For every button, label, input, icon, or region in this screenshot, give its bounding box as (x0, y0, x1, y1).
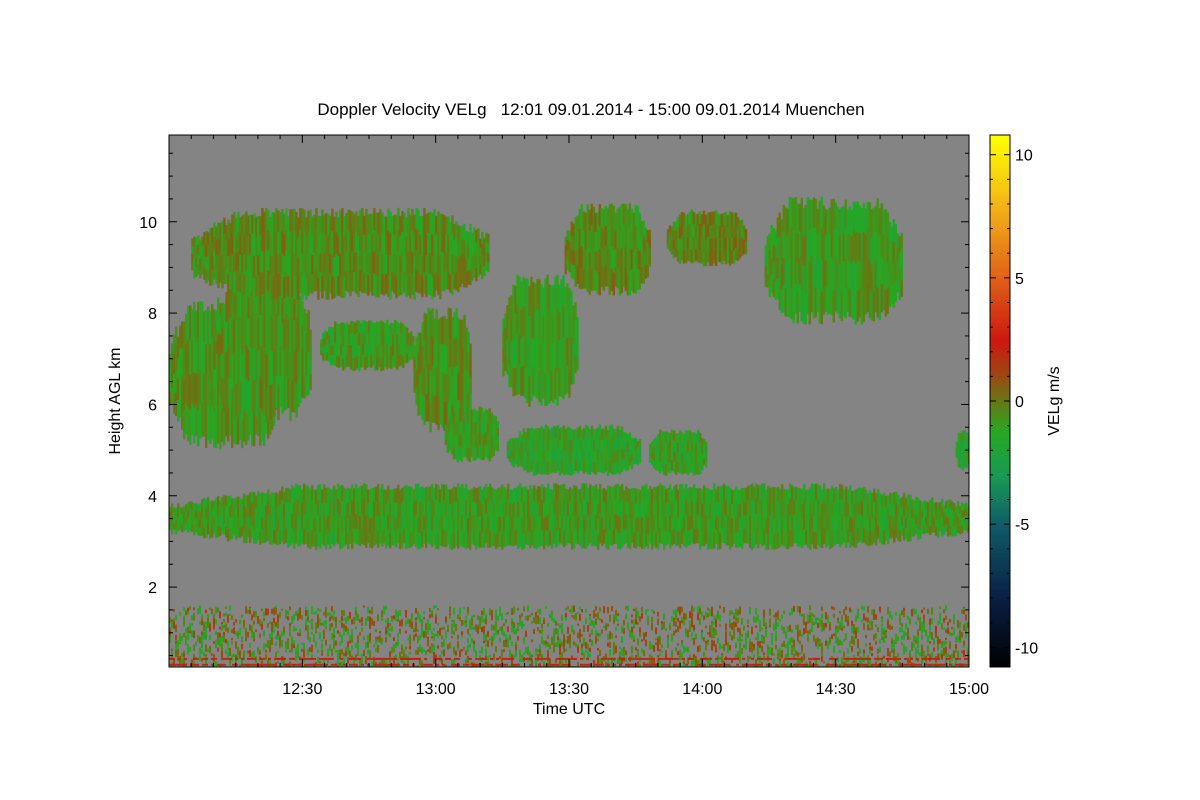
x-tick-label: 14:30 (816, 681, 856, 698)
y-tick-label: 4 (148, 489, 157, 506)
echo-region (191, 207, 490, 301)
echo-region (649, 429, 708, 476)
colorbar-tick-label: -5 (1015, 517, 1029, 534)
x-axis-label: Time UTC (533, 701, 605, 718)
x-tick-label: 13:30 (549, 681, 589, 698)
x-tick-label: 12:30 (282, 681, 322, 698)
colorbar-label: VELg m/s (1046, 366, 1063, 435)
y-tick-label: 10 (139, 215, 157, 232)
x-tick-label: 14:00 (682, 681, 722, 698)
colorbar-tick-label: 0 (1015, 394, 1024, 411)
echo-region (169, 483, 969, 550)
doppler-velocity-figure: Doppler Velocity VELg 12:01 09.01.2014 -… (107, 100, 1063, 718)
echo-region (506, 424, 642, 476)
echo-region (666, 209, 748, 267)
y-tick-label: 8 (148, 306, 157, 323)
y-tick-label: 2 (148, 580, 157, 597)
echo-region (444, 406, 499, 463)
y-axis-label: Height AGL km (107, 347, 124, 454)
x-tick-label: 15:00 (949, 681, 989, 698)
colorbar-tick-label: -10 (1015, 640, 1038, 657)
colorbar-tick-label: 5 (1015, 271, 1024, 288)
chart-title: Doppler Velocity VELg 12:01 09.01.2014 -… (317, 100, 864, 119)
echo-region (502, 274, 579, 407)
y-tick-label: 6 (148, 397, 157, 414)
x-tick-label: 13:00 (416, 681, 456, 698)
colorbar-tick-label: 10 (1015, 148, 1033, 165)
echo-region (320, 319, 415, 372)
echo-region (564, 203, 651, 296)
echo-region (764, 196, 903, 325)
